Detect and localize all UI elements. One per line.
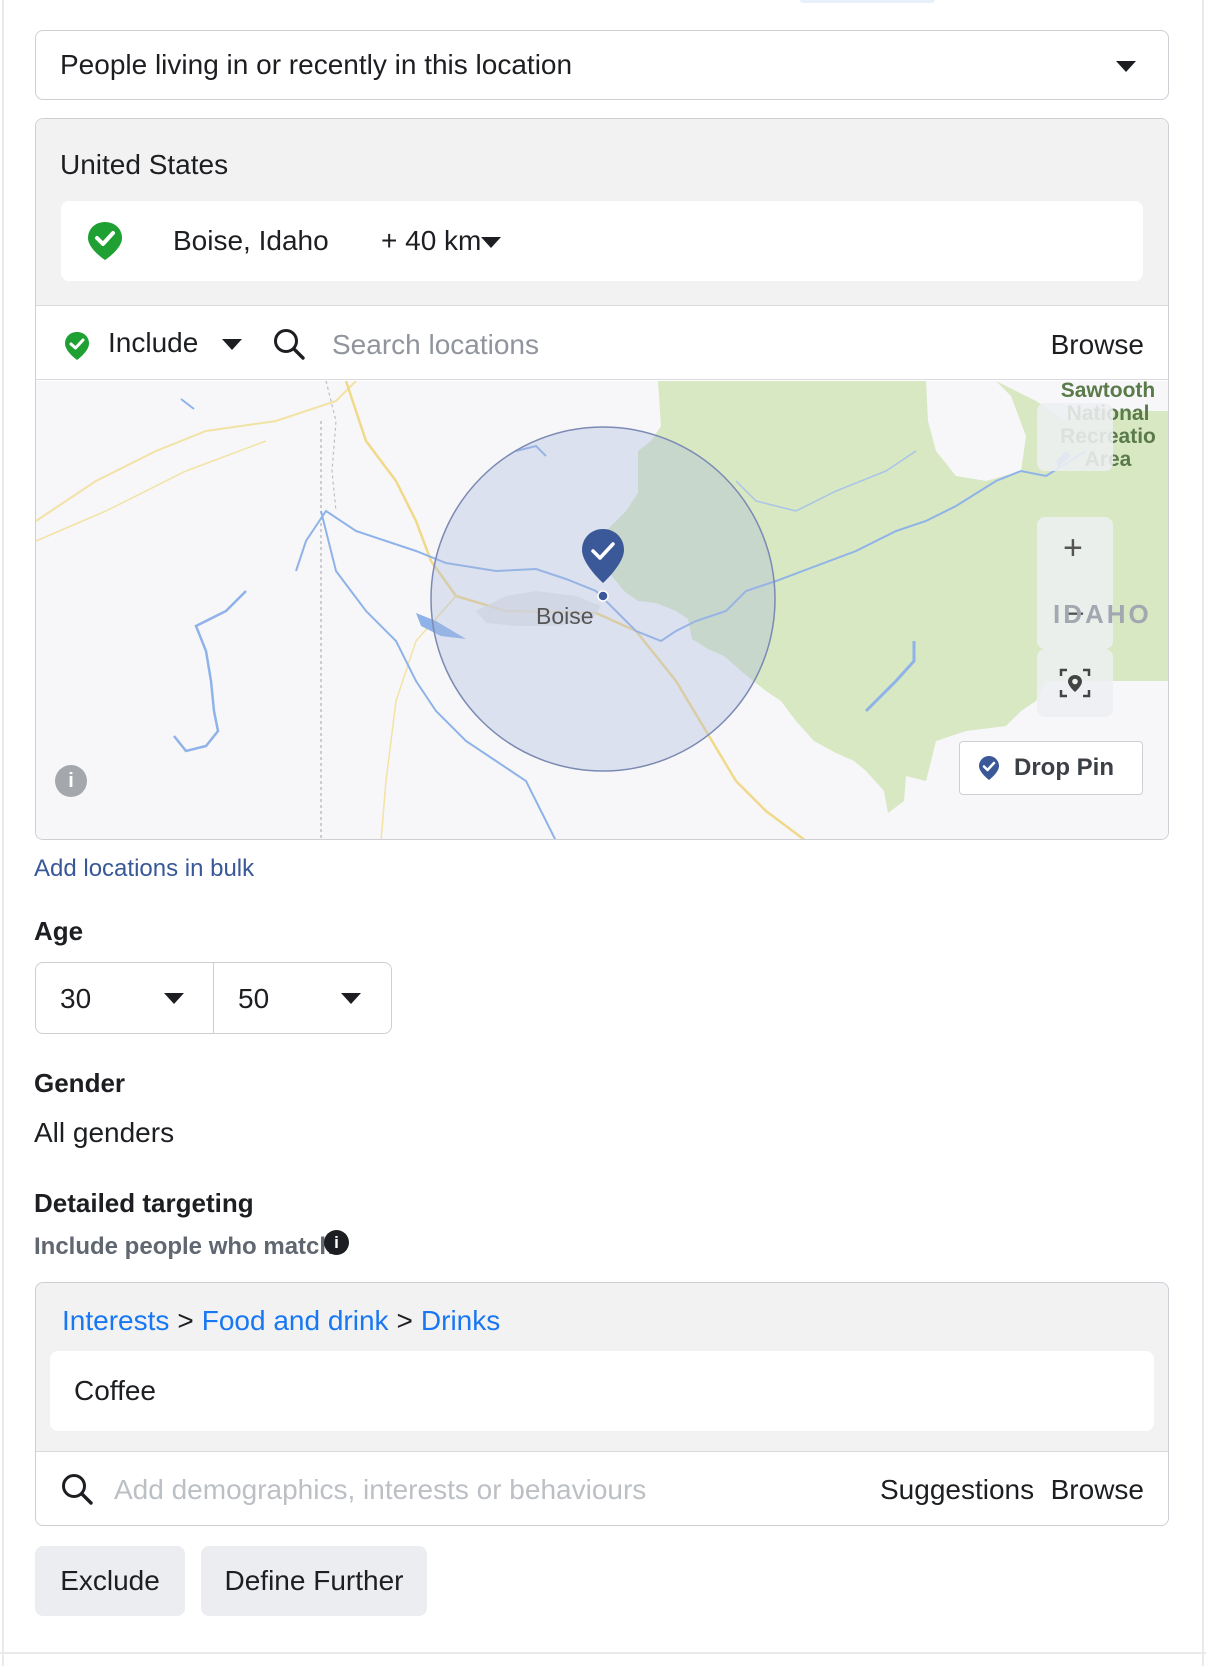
map-city-label: Boise [536, 603, 594, 629]
targeting-search-input[interactable]: Add demographics, interests or behaviour… [114, 1474, 646, 1506]
info-icon[interactable]: i [55, 765, 87, 797]
chevron-down-icon [1116, 61, 1136, 72]
selected-interest-label: Coffee [74, 1375, 156, 1406]
country-label: United States [60, 149, 229, 180]
location-type-value: People living in or recently in this loc… [60, 49, 573, 80]
search-icon [274, 329, 305, 360]
location-search-input[interactable]: Search locations [332, 329, 539, 361]
add-locations-bulk-link[interactable]: Add locations in bulk [34, 855, 254, 883]
age-title: Age [34, 916, 84, 946]
detailed-targeting-panel: Interests > Food and drink > Drinks Coffee A… [35, 1282, 1169, 1526]
chevron-down-icon [164, 993, 184, 1004]
location-pin-icon [979, 756, 999, 780]
age-min-value: 30 [60, 983, 92, 1014]
map-area-label-line: Sawtooth [1060, 381, 1156, 402]
suggestions-link[interactable]: Suggestions [880, 1474, 1034, 1506]
selected-locations-area: United States Boise, Idaho + 40 km [36, 119, 1168, 306]
chevron-down-icon [341, 993, 361, 1004]
selected-location-name: Boise, Idaho [173, 225, 329, 256]
breadcrumb-food-and-drink[interactable]: Food and drink [202, 1305, 389, 1336]
info-icon[interactable]: i [324, 1230, 349, 1255]
detailed-targeting-subtitle: Include people who match [34, 1233, 335, 1260]
location-search-row: Include Search locations Browse [36, 307, 1168, 380]
age-min-select[interactable]: 30 [35, 962, 215, 1034]
age-max-value: 50 [238, 983, 270, 1014]
gender-value[interactable]: All genders [34, 1117, 174, 1149]
age-max-select[interactable]: 50 [213, 962, 392, 1034]
browse-locations-link[interactable]: Browse [1051, 329, 1144, 361]
breadcrumb-interests[interactable]: Interests [62, 1305, 169, 1336]
define-further-button[interactable]: Define Further [201, 1546, 427, 1616]
radius-value[interactable]: + 40 km [381, 225, 481, 257]
selected-location-chip[interactable]: Boise, Idaho + 40 km [61, 201, 1143, 281]
chevron-down-icon[interactable] [481, 237, 501, 248]
include-exclude-toggle[interactable]: Include [108, 327, 198, 359]
frame-border [0, 1652, 1206, 1654]
location-pin-icon [65, 332, 89, 360]
location-type-select[interactable]: People living in or recently in this loc… [35, 30, 1169, 100]
drop-pin-label: Drop Pin [1014, 754, 1114, 781]
search-icon [62, 1474, 93, 1505]
location-pin-icon [88, 222, 122, 260]
browse-targeting-link[interactable]: Browse [1051, 1474, 1144, 1506]
breadcrumb-separator: > [177, 1305, 194, 1336]
frame-border [2, 0, 4, 1666]
selected-interest-item[interactable]: Coffee [50, 1351, 1154, 1431]
breadcrumb: Interests > Food and drink > Drinks [62, 1305, 500, 1337]
location-panel: United States Boise, Idaho + 40 km Inclu… [35, 118, 1169, 840]
targeting-search-row: Add demographics, interests or behaviour… [36, 1451, 1168, 1525]
detailed-targeting-title: Detailed targeting [34, 1188, 254, 1218]
chevron-down-icon[interactable] [222, 339, 242, 350]
zoom-in-icon[interactable]: + [1063, 529, 1083, 568]
map-state-label: IDAHO [1053, 599, 1152, 629]
frame-border [1202, 0, 1204, 1666]
map-control-slot [1037, 403, 1113, 471]
drop-pin-button[interactable]: Drop Pin [959, 741, 1143, 795]
breadcrumb-drinks[interactable]: Drinks [421, 1305, 500, 1336]
exclude-button[interactable]: Exclude [35, 1546, 185, 1616]
breadcrumb-separator: > [396, 1305, 413, 1336]
gender-title: Gender [34, 1068, 126, 1098]
top-tab-edge [800, 0, 935, 3]
recenter-button[interactable] [1037, 649, 1113, 717]
location-map[interactable]: Sawtooth National Recreatio Area Boise +… [36, 381, 1168, 839]
recenter-icon [1059, 668, 1091, 698]
